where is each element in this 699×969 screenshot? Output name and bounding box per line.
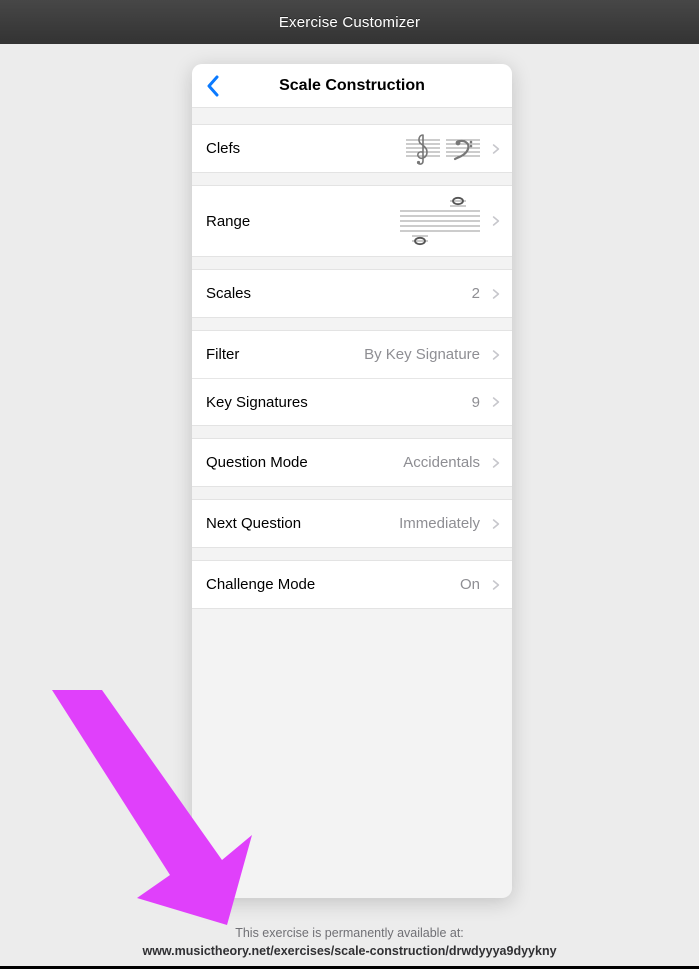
- back-chevron-icon: [206, 75, 220, 97]
- disclosure-chevron-icon: [492, 395, 502, 409]
- panel-title: Scale Construction: [192, 77, 512, 95]
- row-clefs[interactable]: Clefs: [192, 125, 512, 172]
- spacer: [192, 257, 512, 269]
- row-label: Scales: [206, 285, 251, 302]
- back-button[interactable]: [202, 75, 224, 97]
- group-filter: Filter By Key Signature Key Signatures 9: [192, 330, 512, 426]
- spacer: [192, 318, 512, 330]
- window-titlebar: Exercise Customizer: [0, 0, 699, 44]
- row-value: On: [460, 576, 480, 593]
- settings-panel: Scale Construction Clefs: [192, 64, 512, 898]
- permalink-text: This exercise is permanently available a…: [0, 924, 699, 943]
- row-key-signatures[interactable]: Key Signatures 9: [192, 378, 512, 425]
- panel-header: Scale Construction: [192, 64, 512, 108]
- row-label: Key Signatures: [206, 394, 308, 411]
- spacer: [192, 173, 512, 185]
- row-value: 9: [472, 394, 480, 411]
- spacer: [192, 426, 512, 438]
- group-question-mode: Question Mode Accidentals: [192, 438, 512, 487]
- range-staff-icon: [400, 194, 480, 248]
- row-filter[interactable]: Filter By Key Signature: [192, 331, 512, 378]
- spacer: [192, 548, 512, 560]
- row-value: Accidentals: [403, 454, 480, 471]
- row-label: Range: [206, 213, 250, 230]
- window-title: Exercise Customizer: [279, 14, 420, 31]
- disclosure-chevron-icon: [492, 348, 502, 362]
- disclosure-chevron-icon: [492, 287, 502, 301]
- row-label: Next Question: [206, 515, 301, 532]
- row-label: Question Mode: [206, 454, 308, 471]
- row-label: Challenge Mode: [206, 576, 315, 593]
- row-question-mode[interactable]: Question Mode Accidentals: [192, 439, 512, 486]
- row-challenge-mode[interactable]: Challenge Mode On: [192, 561, 512, 608]
- row-range[interactable]: Range: [192, 186, 512, 256]
- range-preview: [400, 194, 480, 248]
- clefs-preview: [406, 131, 480, 167]
- treble-clef-thumb: [406, 131, 440, 167]
- disclosure-chevron-icon: [492, 578, 502, 592]
- disclosure-chevron-icon: [492, 517, 502, 531]
- group-range: Range: [192, 185, 512, 257]
- group-scales: Scales 2: [192, 269, 512, 318]
- row-label: Filter: [206, 346, 239, 363]
- row-next-question[interactable]: Next Question Immediately: [192, 500, 512, 547]
- disclosure-chevron-icon: [492, 142, 502, 156]
- treble-clef-icon: [406, 131, 440, 167]
- spacer: [192, 108, 512, 124]
- spacer: [192, 487, 512, 499]
- group-next-question: Next Question Immediately: [192, 499, 512, 548]
- permalink-footer: This exercise is permanently available a…: [0, 924, 699, 962]
- group-challenge-mode: Challenge Mode On: [192, 560, 512, 609]
- row-value: 2: [472, 285, 480, 302]
- row-scales[interactable]: Scales 2: [192, 270, 512, 317]
- row-label: Clefs: [206, 140, 240, 157]
- bass-clef-thumb: [446, 131, 480, 167]
- disclosure-chevron-icon: [492, 456, 502, 470]
- row-value: By Key Signature: [364, 346, 480, 363]
- row-value: Immediately: [399, 515, 480, 532]
- group-clefs: Clefs: [192, 124, 512, 173]
- bass-clef-icon: [446, 131, 480, 167]
- permalink-url: www.musictheory.net/exercises/scale-cons…: [0, 942, 699, 961]
- disclosure-chevron-icon: [492, 214, 502, 228]
